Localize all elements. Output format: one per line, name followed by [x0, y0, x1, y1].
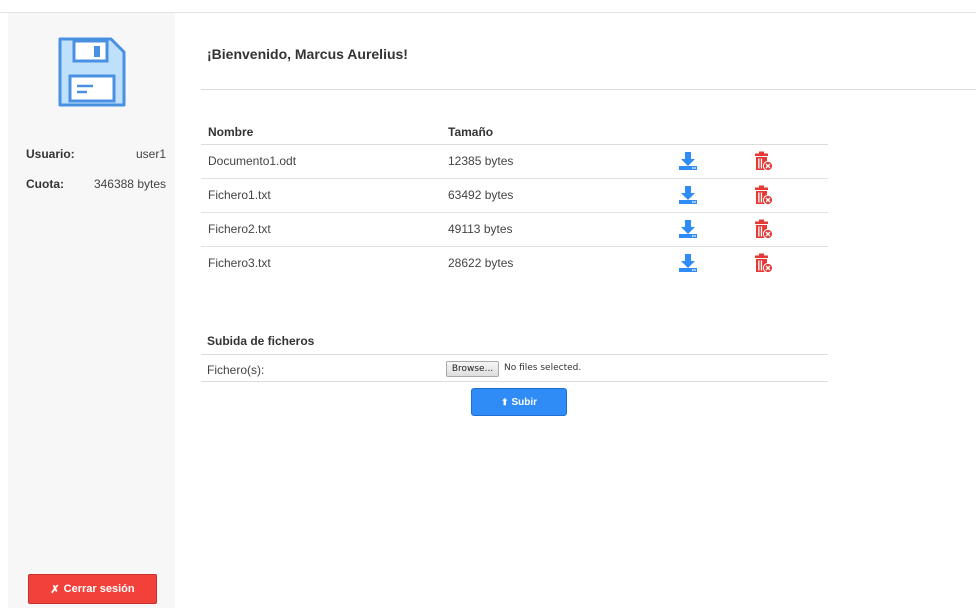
- download-icon[interactable]: [678, 253, 698, 273]
- download-icon[interactable]: [678, 151, 698, 171]
- table-header-row: Nombre Tamaño: [201, 120, 828, 145]
- title-divider: [201, 89, 976, 90]
- logout-label: Cerrar sesión: [63, 583, 135, 595]
- trash-delete-icon[interactable]: [753, 151, 773, 171]
- file-size: 28622 bytes: [448, 256, 514, 271]
- file-size: 12385 bytes: [441, 144, 673, 179]
- file-name: Fichero1.txt: [201, 178, 441, 213]
- quota-value: 346388 bytes: [93, 177, 166, 191]
- logout-button[interactable]: ✗ Cerrar sesión: [28, 574, 157, 604]
- sidebar: Usuario: user1 Cuota: 346388 bytes ✗ Cer…: [8, 13, 175, 608]
- browse-button[interactable]: Browse...: [446, 361, 499, 377]
- trash-delete-icon[interactable]: [753, 185, 773, 205]
- file-name: Fichero3.txt: [208, 256, 271, 271]
- table-row: Fichero1.txt 63492 bytes: [201, 178, 828, 213]
- user-info: Usuario: user1 Cuota: 346388 bytes: [26, 144, 166, 204]
- page-title: ¡Bienvenido, Marcus Aurelius!: [207, 46, 408, 62]
- user-label: Usuario:: [26, 147, 75, 161]
- files-table: Nombre Tamaño Documento1.odt 12385 bytes: [201, 120, 828, 280]
- floppy-disk-icon: [58, 37, 126, 107]
- table-row: Documento1.odt 12385 bytes: [201, 144, 828, 179]
- upload-submit-button[interactable]: ⬆ Subir: [471, 388, 567, 416]
- no-file-status: No files selected.: [504, 363, 582, 373]
- file-name: Documento1.odt: [201, 144, 441, 179]
- table-row: Fichero3.txt 28622 bytes: [201, 246, 828, 280]
- upload-divider-bottom: [201, 381, 828, 382]
- upload-section-title: Subida de ficheros: [207, 334, 315, 348]
- close-icon: ✗: [50, 583, 60, 596]
- user-row: Usuario: user1: [26, 144, 166, 164]
- header-delete: [746, 120, 828, 145]
- file-name: Fichero2.txt: [201, 212, 441, 247]
- file-field-label: Fichero(s):: [207, 363, 265, 377]
- user-value: user1: [135, 147, 166, 161]
- download-icon[interactable]: [678, 219, 698, 239]
- trash-delete-icon[interactable]: [753, 253, 773, 274]
- upload-divider-top: [201, 354, 828, 355]
- trash-delete-icon[interactable]: [753, 219, 773, 239]
- header-size: Tamaño: [441, 120, 673, 145]
- table-row: Fichero2.txt 49113 bytes: [201, 212, 828, 247]
- upload-submit-label: Subir: [511, 396, 538, 408]
- quota-label: Cuota:: [26, 177, 64, 191]
- header-download: [673, 120, 746, 145]
- file-size: 63492 bytes: [441, 178, 673, 213]
- header-name: Nombre: [201, 120, 441, 145]
- file-size: 49113 bytes: [441, 212, 673, 247]
- upload-arrow-icon: ⬆: [500, 396, 509, 407]
- quota-row: Cuota: 346388 bytes: [26, 174, 166, 194]
- download-icon[interactable]: [678, 185, 698, 205]
